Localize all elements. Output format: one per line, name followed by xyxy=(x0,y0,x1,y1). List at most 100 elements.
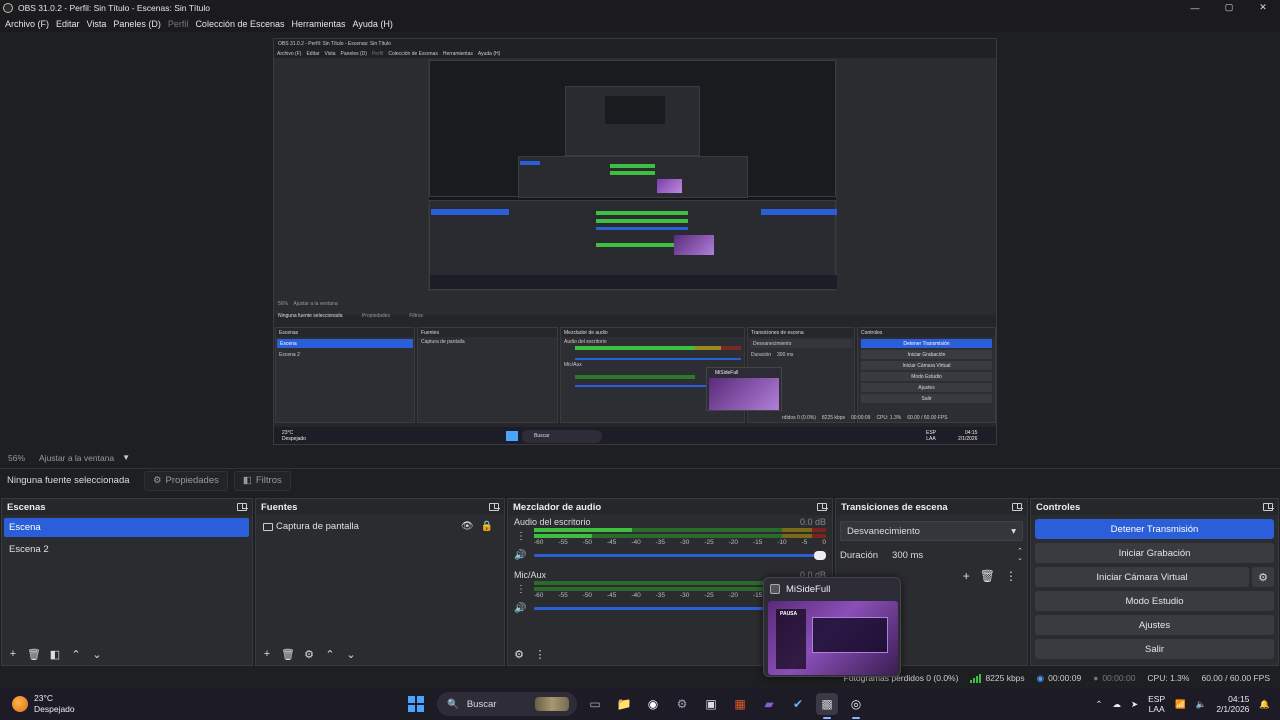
nested-channel-name: Audio del escritorio xyxy=(564,338,607,345)
menu-help[interactable]: Ayuda (H) xyxy=(353,19,393,29)
taskbar-preview-popup[interactable]: MiSideFull PAUSA xyxy=(763,577,901,677)
undock-icon[interactable] xyxy=(1012,503,1023,511)
lock-icon[interactable]: 🔒 xyxy=(481,521,493,532)
windows-start-icon[interactable] xyxy=(408,696,424,712)
filters-icon[interactable]: ◧ xyxy=(48,648,62,661)
stop-streaming-button[interactable]: Detener Transmisión xyxy=(1035,519,1274,539)
move-up-icon[interactable]: ⌃ xyxy=(323,648,337,661)
volume-icon[interactable]: 🔈 xyxy=(1196,699,1207,710)
trash-icon[interactable]: 🗑 xyxy=(27,648,41,661)
undock-icon[interactable] xyxy=(817,503,828,511)
taskbar-clock[interactable]: 04:15 2/1/2026 xyxy=(1216,694,1249,714)
add-icon[interactable]: + xyxy=(6,648,20,660)
menu-view[interactable]: Vista xyxy=(87,19,107,29)
eye-icon[interactable]: 👁 xyxy=(461,521,474,532)
menu-tools[interactable]: Herramientas xyxy=(292,19,346,29)
kebab-menu-icon[interactable]: ⋮ xyxy=(1005,569,1017,583)
scene-item[interactable]: Escena 2 xyxy=(4,540,249,559)
kebab-menu-icon[interactable]: ⋮ xyxy=(533,648,547,661)
wifi-icon[interactable]: 📶 xyxy=(1175,699,1186,710)
properties-button[interactable]: ⚙ Propiedades xyxy=(144,470,228,491)
nested-title: OBS 31.0.2 - Perfil: Sin Título - Escena… xyxy=(274,39,996,49)
gear-icon[interactable]: ⚙ xyxy=(512,648,526,661)
menu-edit[interactable]: Editar xyxy=(56,19,80,29)
settings-button[interactable]: Ajustes xyxy=(1035,615,1274,635)
minimize-icon[interactable]: — xyxy=(1178,0,1212,15)
chevron-up-icon[interactable]: ⌃ xyxy=(1095,699,1102,710)
office-app-icon[interactable]: ▦ xyxy=(729,693,751,715)
task-view-icon[interactable]: ▭ xyxy=(584,693,606,715)
trash-icon[interactable]: 🗑 xyxy=(281,648,295,661)
speaker-icon[interactable]: 🔊 xyxy=(514,603,534,614)
weather-desc: Despejado xyxy=(34,704,75,714)
menu-profile[interactable]: Perfil xyxy=(168,19,189,29)
filters-button[interactable]: ◧ Filtros xyxy=(233,470,291,491)
undock-icon[interactable] xyxy=(237,503,248,511)
weather-temp: 23°C xyxy=(34,693,53,703)
nested-meter xyxy=(721,346,741,350)
cloud-icon[interactable]: ☁ xyxy=(1112,699,1121,710)
close-icon[interactable]: ✕ xyxy=(1246,0,1280,15)
speaker-icon[interactable]: 🔊 xyxy=(514,550,534,561)
start-virtual-camera-button[interactable]: Iniciar Cámara Virtual xyxy=(1035,567,1249,587)
transition-select[interactable]: Desvanecimiento ▾ xyxy=(840,521,1023,541)
fps-status: 60.00 / 60.00 FPS xyxy=(1201,673,1270,683)
system-tray: ⌃ ☁ ➤ ESP LAA 📶 🔈 04:15 2/1/2026 🔔 xyxy=(1095,688,1280,720)
file-explorer-icon[interactable]: 📁 xyxy=(613,693,635,715)
capture-tool-icon[interactable]: ▣ xyxy=(700,693,722,715)
maximize-icon[interactable]: ▢ xyxy=(1212,0,1246,15)
chevron-down-icon[interactable]: ▼ xyxy=(122,453,130,462)
start-recording-button[interactable]: Iniciar Grabación xyxy=(1035,543,1274,563)
nested-menu-item: Perfil xyxy=(371,50,384,57)
meter-green-dim xyxy=(534,587,782,591)
fit-mode-label[interactable]: Ajustar a la ventana xyxy=(39,453,114,463)
obs-taskbar-icon[interactable]: ◎ xyxy=(845,693,867,719)
add-icon[interactable]: + xyxy=(963,569,970,583)
gear-icon[interactable]: ⚙ xyxy=(302,648,316,661)
cpu-usage: CPU: 1.3% xyxy=(1147,673,1190,683)
menu-scene-collection[interactable]: Colección de Escenas xyxy=(195,19,284,29)
nested-status-cpu: CPU: 1.3% xyxy=(876,415,902,421)
gear-icon[interactable]: ⚙ xyxy=(1252,567,1274,587)
window-thumbnail[interactable]: PAUSA xyxy=(768,601,898,675)
popup-header: MiSideFull xyxy=(764,578,900,600)
mixer-title: Mezclador de audio xyxy=(513,501,602,513)
slider-handle[interactable] xyxy=(814,550,826,560)
tick-label: -15 xyxy=(752,539,763,546)
kebab-menu-icon[interactable]: ⋮ xyxy=(516,584,526,595)
purple-app-icon[interactable]: ▰ xyxy=(758,693,780,715)
tick-label: -50 xyxy=(582,539,593,546)
source-item[interactable]: Captura de pantalla 👁 🔒 xyxy=(259,517,501,536)
nested-lang-bottom: LAA xyxy=(926,436,936,442)
kebab-menu-icon[interactable]: ⋮ xyxy=(516,531,526,542)
nested-preview xyxy=(428,59,837,291)
undock-icon[interactable] xyxy=(1263,503,1274,511)
move-up-icon[interactable]: ⌃ xyxy=(69,648,83,661)
weather-widget[interactable]: 23°C Despejado xyxy=(0,693,120,715)
scene-item[interactable]: Escena xyxy=(4,518,249,537)
undock-icon[interactable] xyxy=(489,503,500,511)
trash-icon[interactable]: 🗑 xyxy=(980,569,995,583)
exit-button[interactable]: Salir xyxy=(1035,639,1274,659)
duration-spinbox[interactable]: 300 ms ⌃ ⌄ xyxy=(888,545,1023,565)
steam-icon[interactable]: ✔ xyxy=(787,693,809,715)
language-indicator[interactable]: ESP LAA xyxy=(1148,694,1165,714)
taskbar-search[interactable]: 🔍 Buscar xyxy=(437,692,577,716)
spin-arrows-icon[interactable]: ⌃ ⌄ xyxy=(1017,548,1023,562)
small-slider xyxy=(596,227,688,230)
volume-slider[interactable] xyxy=(534,550,826,560)
add-icon[interactable]: + xyxy=(260,648,274,660)
chrome-icon[interactable]: ◉ xyxy=(642,693,664,715)
stream-time-value: 00:00:09 xyxy=(1048,673,1082,683)
menu-file[interactable]: Archivo (F) xyxy=(5,19,49,29)
preview-canvas[interactable]: OBS 31.0.2 - Perfil: Sin Título - Escena… xyxy=(0,32,1280,450)
send-icon[interactable]: ➤ xyxy=(1131,699,1138,710)
studio-mode-button[interactable]: Modo Estudio xyxy=(1035,591,1274,611)
move-down-icon[interactable]: ⌄ xyxy=(90,648,104,661)
menu-docks[interactable]: Paneles (D) xyxy=(113,19,161,29)
notification-icon[interactable]: 🔔 xyxy=(1259,699,1270,710)
move-down-icon[interactable]: ⌄ xyxy=(344,648,358,661)
settings-app-icon[interactable]: ⚙ xyxy=(671,693,693,715)
misidefull-app-icon[interactable]: ▩ xyxy=(816,693,838,719)
windows-taskbar: 23°C Despejado 🔍 Buscar ▭ 📁 ◉ ⚙ ▣ ▦ ▰ ✔ … xyxy=(0,688,1280,720)
